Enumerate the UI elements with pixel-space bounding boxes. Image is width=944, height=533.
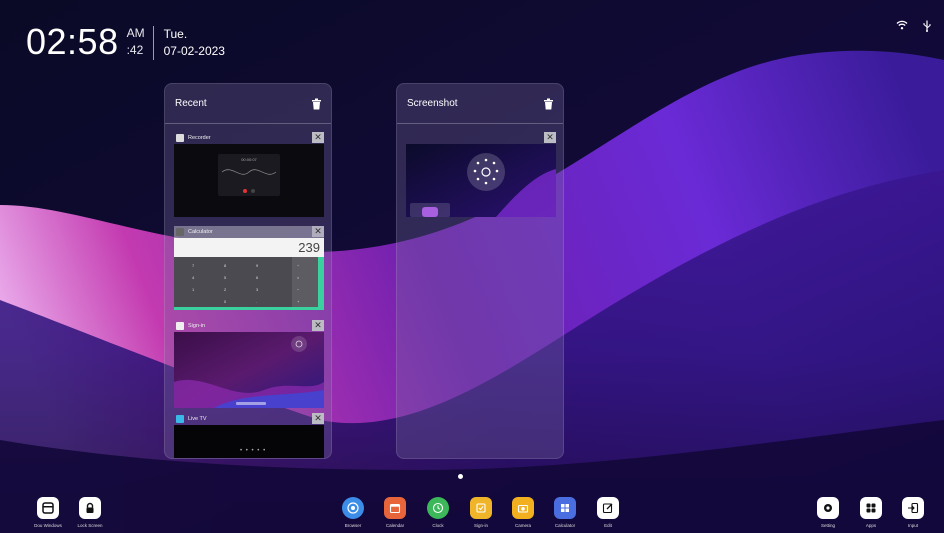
screenshot-panel-title: Screenshot xyxy=(407,98,458,109)
recent-item-sign-in[interactable]: Sign-in ✕ xyxy=(174,320,324,413)
thumb-header: ✕ xyxy=(406,132,556,144)
dock-label: Browser xyxy=(344,523,362,528)
dock-item-calendar[interactable]: Calendar xyxy=(373,497,417,528)
clock-seconds: :42 xyxy=(126,43,144,57)
screenshot-item[interactable]: ✕ xyxy=(406,132,556,222)
clock-date-block: Tue. 07-02-2023 xyxy=(164,26,225,60)
recent-panel-title: Recent xyxy=(175,98,207,109)
close-icon[interactable]: ✕ xyxy=(312,132,324,143)
clock-time: 02:58 xyxy=(26,21,119,62)
dock-label: Calculator xyxy=(554,523,576,528)
dock-item-lock-screen[interactable]: Lock Screen xyxy=(68,497,112,528)
page-indicator-dot[interactable] xyxy=(458,474,463,479)
dock-label: Camera xyxy=(514,523,531,528)
sign-in-preview xyxy=(174,332,324,408)
thumb-label: Sign-in xyxy=(188,323,206,329)
dock-label: Calendar xyxy=(385,523,405,528)
close-icon[interactable]: ✕ xyxy=(312,320,324,331)
recent-panel: Recent Recorder ✕ 00:00:07 Calculator ✕ … xyxy=(164,83,332,459)
close-icon[interactable]: ✕ xyxy=(544,132,556,143)
live-tv-app-icon xyxy=(176,415,184,423)
dock-label: Input xyxy=(907,523,918,528)
trash-icon[interactable] xyxy=(311,98,322,110)
clock-ampm: AM xyxy=(126,26,145,40)
screenshot-preview xyxy=(406,144,556,217)
wifi-icon xyxy=(896,20,908,30)
dock-item-apps[interactable]: Apps xyxy=(849,497,893,528)
settings-icon xyxy=(817,497,839,519)
thumb-label: Live TV xyxy=(188,416,207,422)
dock-item-calculator[interactable]: Calculator xyxy=(543,497,587,528)
svg-text:.: . xyxy=(256,299,257,304)
dock-label: Sign-in xyxy=(473,523,488,528)
thumb-header: Calculator ✕ xyxy=(174,226,324,238)
dock-item-setting[interactable]: Setting xyxy=(806,497,850,528)
record-dot-icon xyxy=(243,189,247,193)
thumb-header: Live TV ✕ xyxy=(174,413,324,425)
close-icon[interactable]: ✕ xyxy=(312,226,324,237)
usb-icon xyxy=(923,20,931,32)
clock-divider xyxy=(152,26,154,60)
calculator-keypad: 789 456 123 0. ÷×−+ xyxy=(174,257,324,310)
trash-icon[interactable] xyxy=(543,98,554,110)
dock-item-sign-in[interactable]: Sign-in xyxy=(459,497,503,528)
waveform-icon xyxy=(221,169,277,175)
dock-label: Setting xyxy=(820,523,835,528)
dock-item-edit[interactable]: Edit xyxy=(586,497,630,528)
thumb-header: Recorder ✕ xyxy=(174,132,324,144)
clock-ampm-block: AM :42 xyxy=(127,26,145,57)
calculator-display: 239 xyxy=(174,238,324,257)
recorder-preview: 00:00:07 xyxy=(174,144,324,217)
dock-label: Apps xyxy=(865,523,877,528)
calculator-icon xyxy=(554,497,576,519)
clock-widget: 02:58 AM :42 Tue. 07-02-2023 xyxy=(26,22,225,62)
calculator-app-icon xyxy=(176,228,184,236)
clock-weekday: Tue. xyxy=(163,27,188,41)
dock-item-dou-windows[interactable]: Dou Windows xyxy=(26,497,70,528)
dock-label: Clock xyxy=(432,523,444,528)
apps-icon xyxy=(860,497,882,519)
screenshot-panel: Screenshot ✕ xyxy=(396,83,564,459)
browser-icon xyxy=(342,497,364,519)
sign-in-app-icon xyxy=(176,322,184,330)
close-icon[interactable]: ✕ xyxy=(312,413,324,424)
dock-item-camera[interactable]: Camera xyxy=(501,497,545,528)
screenshot-panel-header: Screenshot xyxy=(397,84,563,124)
calculator-preview: 239 789 456 123 0. ÷ × − + xyxy=(174,238,324,310)
calendar-icon xyxy=(384,497,406,519)
thumb-label: Calculator xyxy=(188,229,213,235)
dock-label: Lock Screen xyxy=(77,523,103,528)
thumb-label: Recorder xyxy=(188,135,211,141)
recorder-app-icon xyxy=(176,134,184,142)
pause-dot-icon xyxy=(251,189,255,193)
lock-icon xyxy=(79,497,101,519)
recorder-preview-window: 00:00:07 xyxy=(218,154,280,196)
recent-item-recorder[interactable]: Recorder ✕ 00:00:07 xyxy=(174,132,324,217)
recorder-controls xyxy=(218,189,280,193)
thumb-header: Sign-in ✕ xyxy=(174,320,324,332)
camera-icon xyxy=(512,497,534,519)
dock-label: Edit xyxy=(604,523,612,528)
windows-icon xyxy=(37,497,59,519)
status-icons xyxy=(896,20,932,32)
dock-label: Dou Windows xyxy=(34,523,62,528)
dock-item-input[interactable]: Input xyxy=(891,497,935,528)
clock-icon xyxy=(427,497,449,519)
recent-item-calculator[interactable]: Calculator ✕ 239 789 456 123 0. ÷ × − + xyxy=(174,226,324,310)
edit-icon xyxy=(597,497,619,519)
clock-date: 07-02-2023 xyxy=(163,44,225,58)
scroll-indicator: • • • • • xyxy=(240,448,267,454)
sign-in-icon xyxy=(470,497,492,519)
input-icon xyxy=(902,497,924,519)
dock-item-browser[interactable]: Browser xyxy=(331,497,375,528)
recent-panel-header: Recent xyxy=(165,84,331,124)
dock-item-clock[interactable]: Clock xyxy=(416,497,460,528)
